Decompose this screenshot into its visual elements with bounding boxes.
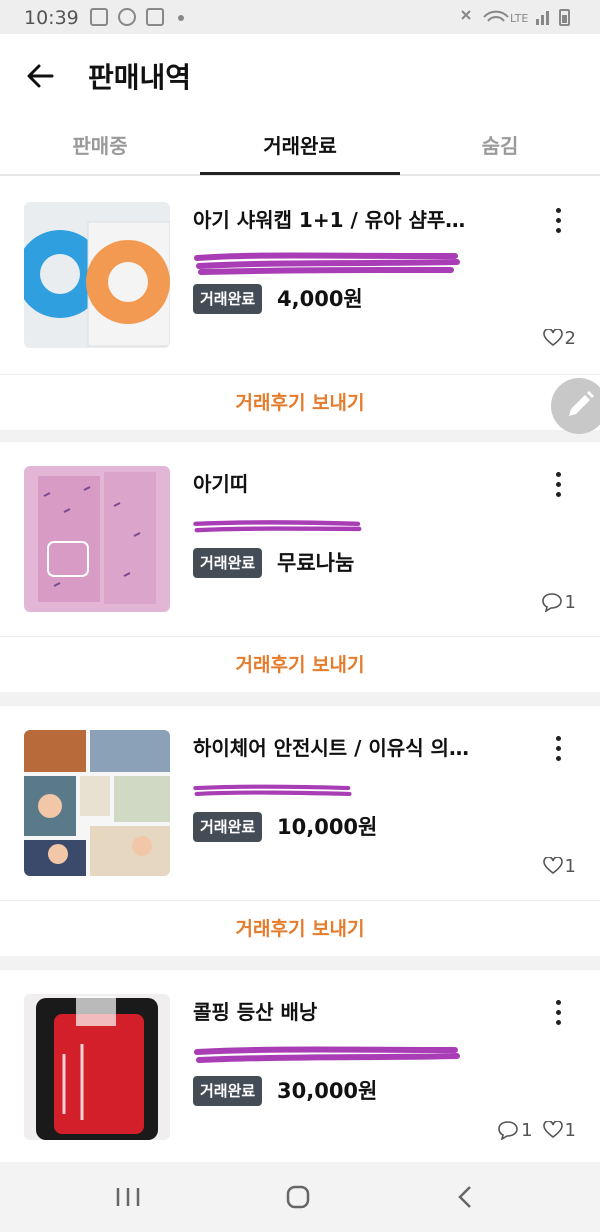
item-title[interactable]: 아기띠 <box>193 468 513 497</box>
item-title[interactable]: 아기 샤워캡 1+1 / 유아 샴푸… <box>193 204 513 233</box>
signal-battery-icon: LTE <box>461 9 570 26</box>
heart-icon <box>542 1121 563 1139</box>
like-count-value: 1 <box>564 1119 576 1141</box>
status-badge: 거래완료 <box>193 548 263 578</box>
more-options-button[interactable] <box>546 470 572 500</box>
item-price: 4,000원 <box>277 287 363 311</box>
item-price: 10,000원 <box>277 815 378 839</box>
sales-list: 아기 샤워캡 1+1 / 유아 샴푸… 거래완료 4,000원 2 거래후기 보… <box>0 178 600 1162</box>
like-count: 1 <box>542 855 576 877</box>
redacted-location-scribble <box>193 784 352 797</box>
item-thumbnail[interactable] <box>24 202 170 348</box>
like-count: 1 <box>542 1119 576 1141</box>
page-title: 판매내역 <box>88 61 192 94</box>
redacted-location-scribble <box>194 252 460 275</box>
chat-bubble-icon <box>498 1121 518 1140</box>
app-header: 판매내역 <box>0 34 600 118</box>
comment-count: 1 <box>541 592 576 613</box>
item-thumbnail[interactable] <box>24 466 170 612</box>
item-stats: 1 <box>535 590 576 614</box>
heart-icon <box>542 857 563 875</box>
recent-apps-button[interactable] <box>108 1182 148 1212</box>
send-review-button[interactable]: 거래후기 보내기 <box>0 636 600 692</box>
send-review-button[interactable]: 거래후기 보내기 <box>0 374 600 430</box>
home-icon <box>286 1185 310 1209</box>
comment-count-value: 1 <box>521 1119 533 1141</box>
heart-icon <box>542 329 563 347</box>
status-badge: 거래완료 <box>193 284 263 314</box>
tab-hidden[interactable]: 숨김 <box>400 130 600 159</box>
arrow-left-icon <box>27 64 54 88</box>
item-stats: 1 1 <box>491 1118 576 1142</box>
item-price: 무료나눔 <box>277 551 355 575</box>
more-notifications-icon <box>178 15 184 21</box>
list-item[interactable]: 콜핑 등산 배낭 거래완료 30,000원 1 1 <box>0 970 600 1162</box>
chat-notification-icon <box>118 8 136 26</box>
list-item[interactable]: 아기띠 거래완료 무료나눔 1 <box>0 442 600 636</box>
signal-indicator: LTE <box>458 7 578 31</box>
back-button[interactable] <box>22 58 58 94</box>
tab-bar: 판매중 거래완료 숨김 <box>0 118 600 176</box>
write-post-button[interactable] <box>551 378 600 434</box>
item-thumbnail[interactable] <box>24 730 170 876</box>
like-count: 2 <box>542 327 576 349</box>
tab-completed[interactable]: 거래완료 <box>200 130 400 159</box>
home-button[interactable] <box>278 1182 318 1212</box>
send-review-button[interactable]: 거래후기 보내기 <box>0 900 600 956</box>
list-item[interactable]: 하이체어 안전시트 / 이유식 의… 거래완료 10,000원 1 <box>0 706 600 900</box>
system-nav-bar <box>0 1162 600 1232</box>
tab-on-sale[interactable]: 판매중 <box>0 130 200 159</box>
redacted-location-scribble <box>194 1046 460 1063</box>
chat-bubble-icon <box>541 593 562 612</box>
system-back-button[interactable] <box>446 1182 486 1212</box>
redacted-location-scribble <box>193 520 362 533</box>
status-badge: 거래완료 <box>193 1076 263 1106</box>
item-title[interactable]: 하이체어 안전시트 / 이유식 의… <box>193 732 513 761</box>
more-options-button[interactable] <box>546 734 572 764</box>
item-thumbnail[interactable] <box>24 994 170 1140</box>
item-stats: 2 <box>537 326 576 350</box>
gallery-notification-icon <box>90 8 108 26</box>
item-stats: 1 <box>537 854 576 878</box>
comment-count-value: 1 <box>564 591 576 613</box>
pencil-icon <box>569 391 594 416</box>
chevron-left-icon <box>458 1186 471 1208</box>
app-notification-icon <box>146 8 164 26</box>
recent-apps-icon <box>116 1188 140 1206</box>
status-bar: 10:39 LTE <box>0 0 600 34</box>
comment-count: 1 <box>497 1119 533 1141</box>
item-price: 30,000원 <box>277 1079 378 1103</box>
active-tab-indicator <box>200 172 400 175</box>
item-title[interactable]: 콜핑 등산 배낭 <box>193 996 513 1025</box>
status-time: 10:39 <box>24 7 79 29</box>
status-badge: 거래완료 <box>193 812 263 842</box>
more-options-button[interactable] <box>546 998 572 1028</box>
like-count-value: 2 <box>564 327 576 349</box>
svg-text:LTE: LTE <box>510 12 528 25</box>
like-count-value: 1 <box>564 855 576 877</box>
list-item[interactable]: 아기 샤워캡 1+1 / 유아 샴푸… 거래완료 4,000원 2 <box>0 178 600 374</box>
more-options-button[interactable] <box>546 206 572 236</box>
